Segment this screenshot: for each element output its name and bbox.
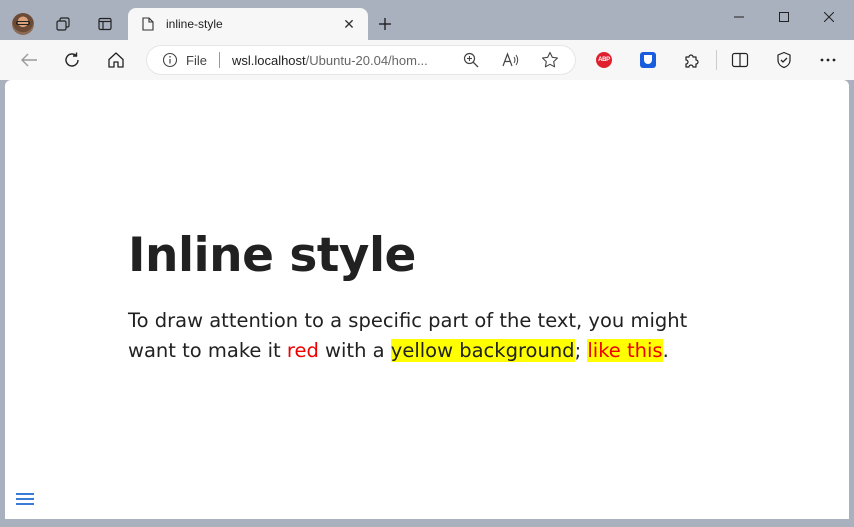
- new-tab-icon[interactable]: [374, 13, 396, 35]
- tab-active[interactable]: inline-style ✕: [128, 8, 368, 40]
- maximize-icon[interactable]: [761, 4, 807, 30]
- page-content: Inline style To draw attention to a spec…: [5, 80, 849, 519]
- minimize-icon[interactable]: [716, 4, 762, 30]
- tab-actions-icon[interactable]: [94, 13, 116, 35]
- url-path: /Ubuntu-20.04/hom...: [305, 52, 428, 68]
- paragraph-text-2: with a: [318, 339, 391, 362]
- zoom-icon[interactable]: [462, 51, 480, 69]
- read-aloud-icon[interactable]: [502, 51, 520, 69]
- bitwarden-extension-icon[interactable]: [640, 52, 656, 68]
- hamburger-menu-icon[interactable]: [16, 491, 34, 507]
- info-icon[interactable]: [162, 52, 178, 68]
- home-icon[interactable]: [102, 46, 130, 74]
- url-host: wsl.localhost: [231, 52, 306, 68]
- tab-strip: inline-style ✕: [0, 0, 854, 40]
- more-options-icon[interactable]: [814, 46, 842, 74]
- tab-title: inline-style: [166, 17, 223, 31]
- close-tab-icon[interactable]: ✕: [338, 13, 360, 35]
- paragraph-text-4: .: [662, 339, 669, 362]
- address-divider: [218, 52, 220, 68]
- refresh-icon[interactable]: [58, 46, 86, 74]
- adblock-extension-icon[interactable]: ABP: [596, 52, 612, 68]
- address-bar[interactable]: File wsl.localhost/Ubuntu-20.04/hom...: [146, 45, 576, 75]
- close-window-icon[interactable]: [806, 4, 852, 30]
- profile-avatar[interactable]: [12, 13, 34, 35]
- favorite-star-icon[interactable]: [541, 51, 559, 69]
- red-yellow-text: like this: [587, 339, 663, 362]
- scheme-label: File: [186, 52, 207, 68]
- yellow-background-text: yellow background: [390, 339, 575, 362]
- red-text: red: [286, 339, 319, 362]
- url-text[interactable]: wsl.localhost/Ubuntu-20.04/hom...: [232, 53, 452, 68]
- browser-essentials-icon[interactable]: [770, 46, 798, 74]
- split-screen-icon[interactable]: [726, 46, 754, 74]
- paragraph-text-3: ;: [574, 339, 588, 362]
- page-paragraph: To draw attention to a specific part of …: [128, 306, 738, 366]
- extensions-puzzle-icon[interactable]: [678, 46, 706, 74]
- back-icon[interactable]: [15, 46, 43, 74]
- document-icon: [140, 16, 156, 32]
- toolbar-divider: [716, 50, 717, 70]
- page-heading: Inline style: [128, 228, 416, 283]
- workspaces-icon[interactable]: [52, 13, 74, 35]
